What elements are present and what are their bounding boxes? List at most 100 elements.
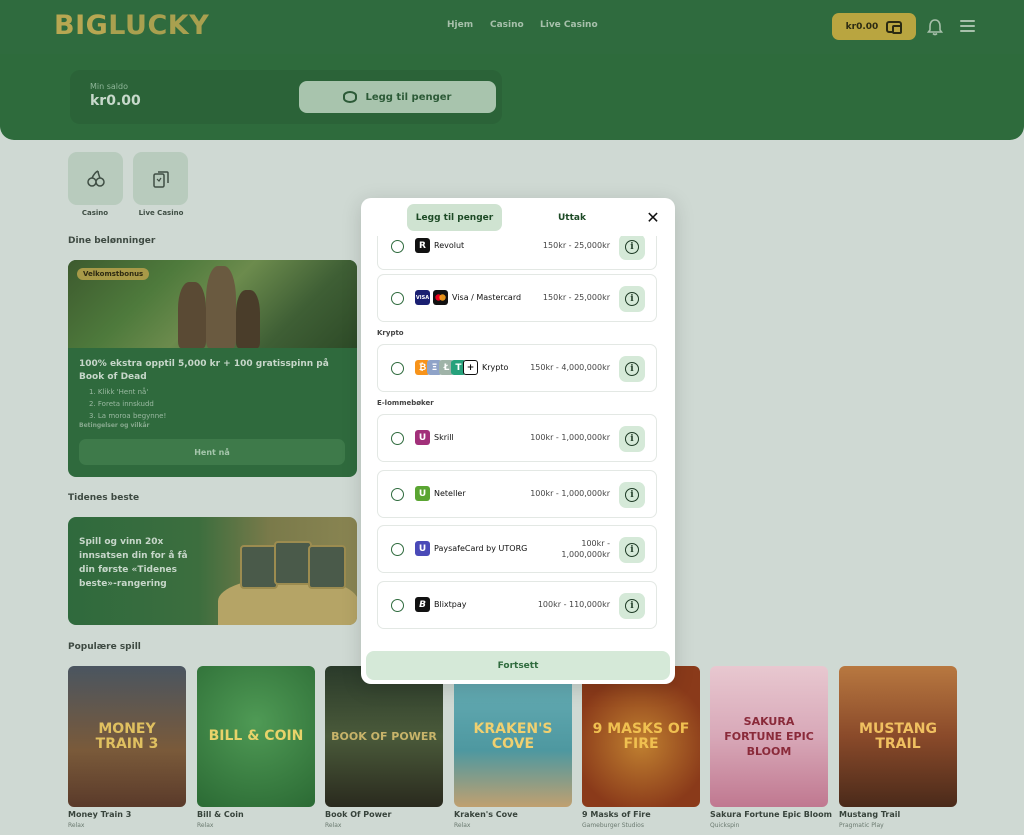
payment-method-range: 100kr - 1,000,000kr: [561, 538, 610, 560]
payment-method-revolut[interactable]: R Revolut 150kr - 25,000kr i: [377, 236, 657, 270]
continue-button[interactable]: Fortsett: [366, 651, 670, 680]
paysafecard-logo-icon: U: [415, 541, 430, 556]
neteller-logo-icon: U: [415, 486, 430, 501]
terms-link[interactable]: Betingelser og vilkår: [79, 422, 149, 429]
tab-withdraw[interactable]: Uttak: [547, 204, 597, 231]
game-artwork: KRAKEN'S COVE: [473, 720, 553, 752]
payment-method-paysafecard[interactable]: U PaysafeCard by UTORG 100kr - 1,000,000…: [377, 525, 657, 573]
visa-logo-icon: VISA: [415, 290, 430, 305]
bonus-title: 100% ekstra opptil 5,000 kr + 100 gratis…: [79, 359, 329, 382]
radio-button[interactable]: [391, 432, 404, 445]
radio-button[interactable]: [391, 488, 404, 501]
all-time-best-text: Spill og vinn 20x innsatsen din for å få…: [79, 537, 188, 589]
game-title[interactable]: Mustang Trail: [839, 810, 900, 819]
nav-link-live-casino[interactable]: Live Casino: [540, 20, 598, 30]
nav-link-casino[interactable]: Casino: [490, 20, 524, 30]
game-tile[interactable]: BILL & COIN: [197, 666, 315, 807]
info-button[interactable]: i: [619, 482, 645, 508]
bonus-step: 2. Foreta innskudd: [89, 400, 154, 408]
info-button[interactable]: i: [619, 426, 645, 452]
claim-bonus-button[interactable]: Hent nå: [79, 439, 345, 465]
wallet-button[interactable]: kr0.00: [832, 13, 916, 40]
game-title[interactable]: Money Train 3: [68, 810, 131, 819]
payment-method-range: 100kr - 110,000kr: [537, 600, 610, 609]
game-title[interactable]: Kraken's Cove: [454, 810, 518, 819]
top-navigation-bar: BIGLUCKY Hjem Casino Live Casino kr0.00: [0, 0, 1024, 54]
rewards-section-title: Dine belønninger: [68, 236, 156, 246]
radio-button[interactable]: [391, 362, 404, 375]
close-icon[interactable]: ✕: [643, 207, 663, 227]
payment-method-blixtpay[interactable]: B Blixtpay 100kr - 110,000kr i: [377, 581, 657, 629]
game-artwork: BOOK OF POWER: [331, 730, 437, 743]
radio-button[interactable]: [391, 292, 404, 305]
blixtpay-logo-icon: B: [415, 597, 430, 612]
game-provider: Quickspin: [710, 822, 740, 829]
category-casino-label: Casino: [81, 209, 109, 217]
payment-method-visa-mastercard[interactable]: VISA Visa / Mastercard 150kr - 25,000kr …: [377, 274, 657, 322]
payment-method-name: Visa / Mastercard: [452, 293, 522, 302]
game-tile[interactable]: BOOK OF POWER: [325, 666, 443, 807]
revolut-logo-icon: R: [415, 238, 430, 253]
mastercard-logo-icon: [433, 290, 448, 305]
tab-deposit[interactable]: Legg til penger: [407, 204, 502, 231]
skrill-logo-icon: U: [415, 430, 430, 445]
payment-method-name: PaysafeCard by UTORG: [434, 544, 528, 553]
bell-icon[interactable]: [927, 18, 943, 36]
info-icon: i: [625, 292, 639, 306]
game-title[interactable]: Bill & Coin: [197, 810, 244, 819]
game-title[interactable]: Book Of Power: [325, 810, 391, 819]
wallet-icon: [886, 20, 903, 34]
game-tile[interactable]: 9 MASKS OF FIRE: [582, 666, 700, 807]
game-provider: Relax: [68, 822, 85, 829]
game-title[interactable]: 9 Masks of Fire: [582, 810, 651, 819]
slot-machine-artwork: [240, 545, 278, 589]
info-icon: i: [625, 488, 639, 502]
nav-link-home[interactable]: Hjem: [447, 20, 473, 30]
add-money-button[interactable]: Legg til penger: [299, 81, 496, 113]
info-button[interactable]: i: [619, 286, 645, 312]
payment-method-skrill[interactable]: U Skrill 100kr - 1,000,000kr i: [377, 414, 657, 462]
info-button[interactable]: i: [619, 593, 645, 619]
info-button[interactable]: i: [619, 537, 645, 563]
radio-button[interactable]: [391, 240, 404, 253]
info-icon: i: [625, 599, 639, 613]
menu-icon[interactable]: [960, 20, 975, 35]
deposit-modal: Legg til penger Uttak ✕ R Revolut 150kr …: [361, 198, 675, 684]
payment-method-range: 100kr - 1,000,000kr: [530, 489, 610, 498]
info-icon: i: [625, 362, 639, 376]
bonus-step: 1. Klikk 'Hent nå': [89, 388, 149, 396]
payment-method-range: 150kr - 25,000kr: [542, 241, 610, 250]
wallet-balance: kr0.00: [845, 21, 879, 32]
logo-big-text: BIG: [54, 10, 109, 41]
category-casino-tile[interactable]: [68, 152, 123, 205]
more-crypto-icon: +: [463, 360, 478, 375]
game-artwork: 9 MASKS OF FIRE: [592, 720, 690, 752]
game-title[interactable]: Sakura Fortune Epic Bloom: [710, 810, 832, 819]
payment-method-name: Revolut: [434, 241, 465, 250]
payment-method-neteller[interactable]: U Neteller 100kr - 1,000,000kr i: [377, 470, 657, 518]
payment-method-name: Blixtpay: [434, 600, 467, 609]
category-live-casino-tile[interactable]: [133, 152, 188, 205]
info-button[interactable]: i: [619, 356, 645, 382]
add-money-label: Legg til penger: [365, 91, 452, 103]
info-icon: i: [625, 240, 639, 254]
game-provider: Gameburger Studios: [582, 822, 644, 829]
balance-label: Min saldo: [90, 82, 129, 91]
payment-method-crypto[interactable]: ₿ Ξ Ł T + Krypto 150kr - 4,000,000kr i: [377, 344, 657, 392]
cards-icon: [152, 170, 169, 188]
all-time-best-card[interactable]: Spill og vinn 20x innsatsen din for å få…: [68, 517, 357, 625]
cherries-icon: [86, 169, 105, 187]
payment-methods-list[interactable]: R Revolut 150kr - 25,000kr i VISA Visa /…: [361, 236, 675, 644]
biglucky-logo[interactable]: BIGLUCKY: [54, 10, 209, 41]
game-provider: Pragmatic Play: [839, 822, 884, 829]
game-tile[interactable]: KRAKEN'S COVE: [454, 666, 572, 807]
game-tile[interactable]: MUSTANG TRAIL: [839, 666, 957, 807]
slot-machine-artwork: [308, 545, 346, 589]
info-button[interactable]: i: [619, 236, 645, 260]
radio-button[interactable]: [391, 599, 404, 612]
game-tile[interactable]: SAKURA FORTUNE EPIC BLOOM: [710, 666, 828, 807]
radio-button[interactable]: [391, 543, 404, 556]
game-artwork: MONEY TRAIN 3: [95, 720, 159, 752]
group-label-crypto: Krypto: [377, 329, 404, 337]
game-tile[interactable]: MONEY TRAIN 3: [68, 666, 186, 807]
